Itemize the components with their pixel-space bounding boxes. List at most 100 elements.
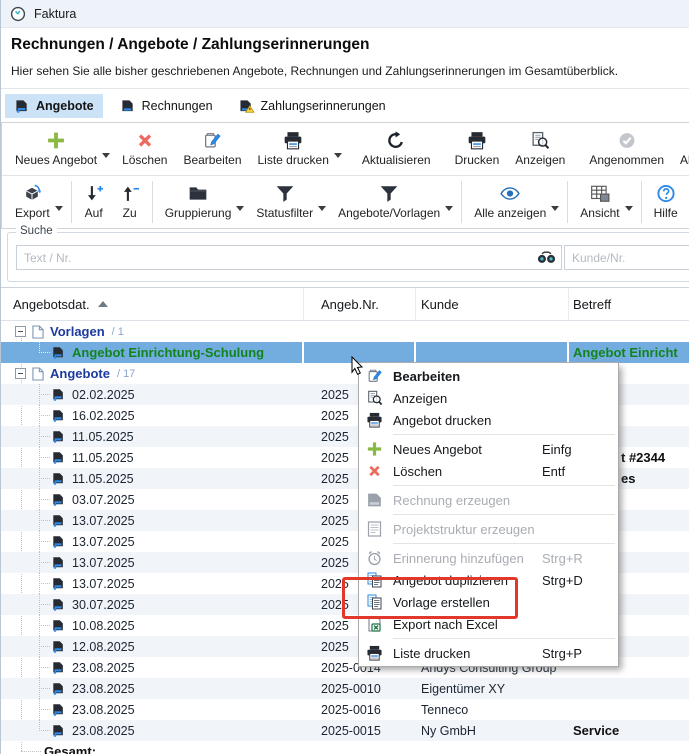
print-icon: [366, 412, 383, 428]
tab-zahlungserinnerungen[interactable]: Zahlungserinnerungen: [230, 94, 395, 118]
doc-icon: [32, 325, 44, 339]
invoice-gray-icon: [366, 492, 383, 508]
quote-number-cell: 2025-0010: [304, 678, 416, 699]
menu-item-angebot-drucken[interactable]: Angebot drucken: [359, 409, 618, 431]
offer-doc-icon: [51, 514, 66, 527]
toolbar-row-1: Neues Angebot Löschen Bearbeiten: [2, 123, 689, 176]
table-header: Angebotsdat. Angeb.Nr. Kunde Betreff: [1, 288, 689, 321]
offer-doc-icon: [51, 451, 66, 464]
dropdown-arrow-icon[interactable]: [551, 206, 559, 211]
toolbar-button-liste-drucken[interactable]: Liste drucken: [250, 123, 337, 175]
column-header-angebotsnummer[interactable]: Angeb.Nr.: [304, 288, 416, 320]
menu-item-neues-angebot[interactable]: Neues Angebot Einfg: [359, 438, 618, 460]
search-panel: Suche: [7, 232, 689, 282]
menu-item-bearbeiten[interactable]: Bearbeiten: [359, 365, 618, 387]
offer-doc-icon: [51, 472, 66, 485]
toolbar-button-drucken[interactable]: Drucken: [447, 123, 508, 175]
column-header-angebotsdatum[interactable]: Angebotsdat.: [1, 288, 304, 320]
toolbar-row-2: Export Auf Zu: [2, 176, 689, 228]
invoice-doc-icon: [120, 99, 136, 113]
offer-doc-icon: [51, 682, 66, 695]
search-text-input[interactable]: [16, 245, 562, 270]
print-icon: [467, 131, 487, 150]
toolbar-button-auf[interactable]: Auf: [76, 176, 112, 228]
tab-angebote[interactable]: Angebote: [5, 94, 103, 118]
preview-icon: [366, 390, 383, 406]
menu-separator: [393, 638, 615, 639]
page-subtitle: Hier sehen Sie alle bisher geschriebenen…: [11, 64, 618, 78]
customer-cell: Tenneco: [416, 699, 569, 720]
table-row-vorlagen[interactable]: Vorlagen / 1: [1, 321, 689, 342]
menu-item-liste-drucken[interactable]: Liste drucken Strg+P: [359, 642, 618, 664]
table-row-23-08-2025[interactable]: 23.08.2025 2025-0010 Eigentümer XY: [1, 678, 689, 699]
toolbar-button-neues-angebot[interactable]: Neues Angebot: [7, 123, 105, 175]
toolbar-button-aktualisieren[interactable]: Aktualisieren: [354, 123, 439, 175]
plus-icon: [46, 131, 66, 150]
menu-item-erinnerung-hinzufügen[interactable]: Erinnerung hinzufügen Strg+R: [359, 547, 618, 569]
offer-doc-icon: [51, 388, 66, 401]
app-clock-icon: [10, 6, 26, 22]
table-row-angebot-einrichtung-schulung[interactable]: Angebot Einrichtung-Schulung Angebot Ein…: [1, 342, 689, 363]
menu-item-projektstruktur-erzeugen[interactable]: Projektstruktur erzeugen: [359, 518, 618, 540]
export-icon: [22, 184, 42, 203]
tab-rechnungen[interactable]: Rechnungen: [111, 94, 222, 118]
toolbar: Neues Angebot Löschen Bearbeiten: [1, 122, 689, 229]
dropdown-arrow-icon[interactable]: [334, 153, 342, 158]
menu-item-anzeigen[interactable]: Anzeigen: [359, 387, 618, 409]
table-row-gesamt[interactable]: Gesamt:: [1, 741, 689, 754]
collapse-icon: [120, 184, 140, 203]
toolbar-button-ansicht[interactable]: Ansicht: [572, 176, 627, 228]
offer-doc-icon: [51, 346, 66, 359]
offer-doc-icon: [51, 703, 66, 716]
subject-cell: [569, 699, 689, 720]
menu-item-löschen[interactable]: Löschen Entf: [359, 460, 618, 482]
reminder-doc-icon: [239, 99, 255, 113]
print-icon: [283, 131, 303, 150]
filter-icon: [275, 184, 295, 203]
window-titlebar: Faktura: [1, 0, 689, 28]
menu-item-rechnung-erzeugen[interactable]: Rechnung erzeugen: [359, 489, 618, 511]
binoculars-icon[interactable]: [537, 251, 556, 264]
subject-cell: [569, 678, 689, 699]
toolbar-button-zu[interactable]: Zu: [112, 176, 148, 228]
toolbar-separator: [152, 181, 153, 223]
toolbar-button-gruppierung[interactable]: Gruppierung: [157, 176, 240, 228]
column-header-betreff[interactable]: Betreff: [569, 288, 689, 320]
toolbar-button-export[interactable]: Export: [7, 176, 58, 228]
doc-icon: [32, 367, 44, 381]
toolbar-separator: [71, 181, 72, 223]
table-row-23-08-2025[interactable]: 23.08.2025 2025-0016 Tenneco: [1, 699, 689, 720]
dropdown-arrow-icon[interactable]: [318, 206, 326, 211]
offer-doc-icon: [51, 556, 66, 569]
toolbar-button-alle-anzeigen[interactable]: Alle anzeigen: [466, 176, 554, 228]
column-header-kunde[interactable]: Kunde: [416, 288, 569, 320]
customer-cell: [416, 342, 569, 363]
print-icon: [366, 645, 383, 661]
folder-icon: [188, 184, 208, 203]
toolbar-button-angebote-vorlagen[interactable]: Angebote/Vorlagen: [330, 176, 448, 228]
toolbar-button-abg[interactable]: Abg: [672, 123, 689, 175]
tree-expander-icon[interactable]: [15, 326, 26, 337]
customer-cell: [416, 741, 569, 754]
delete-icon: [366, 463, 383, 479]
subject-cell: [569, 321, 689, 342]
dropdown-arrow-icon[interactable]: [55, 206, 63, 211]
toolbar-button-löschen[interactable]: Löschen: [114, 123, 175, 175]
tree-expander-icon[interactable]: [15, 368, 26, 379]
expand-icon: [84, 184, 104, 203]
menu-separator: [393, 485, 615, 486]
toolbar-button-hilfe[interactable]: Hilfe: [646, 176, 686, 228]
dropdown-arrow-icon[interactable]: [445, 206, 453, 211]
dropdown-arrow-icon[interactable]: [102, 153, 110, 158]
dropdown-arrow-icon[interactable]: [625, 206, 633, 211]
toolbar-button-statusfilter[interactable]: Statusfilter: [248, 176, 321, 228]
app-window: Faktura Rechnungen / Angebote / Zahlungs…: [0, 0, 689, 754]
toolbar-button-angenommen[interactable]: Angenommen: [581, 123, 672, 175]
toolbar-button-bearbeiten[interactable]: Bearbeiten: [175, 123, 249, 175]
table-row-23-08-2025[interactable]: 23.08.2025 2025-0015 Ny GmbH Service: [1, 720, 689, 741]
tab-bar: Angebote Rechnungen Zahlungserinnerungen: [5, 94, 395, 118]
dropdown-arrow-icon[interactable]: [236, 206, 244, 211]
customer-cell: Eigentümer XY: [416, 678, 569, 699]
search-customer-input[interactable]: [564, 245, 689, 270]
toolbar-button-anzeigen[interactable]: Anzeigen: [507, 123, 573, 175]
